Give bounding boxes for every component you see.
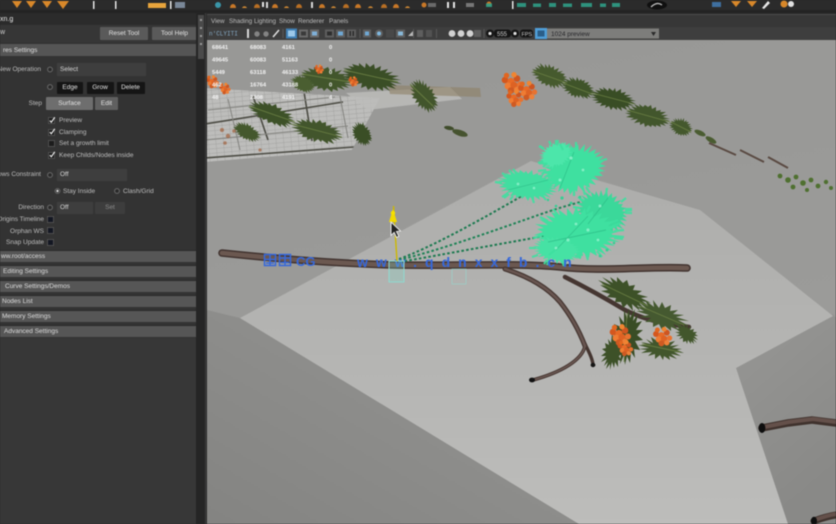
svg-text:4161: 4161: [282, 45, 296, 51]
svg-text:51163: 51163: [282, 58, 299, 64]
svg-text:n'CLYITI: n'CLYITI: [209, 31, 238, 38]
svg-text:0: 0: [329, 70, 332, 76]
svg-text:60083: 60083: [250, 58, 267, 64]
svg-text:49645: 49645: [212, 58, 229, 64]
svg-text:4191: 4191: [282, 95, 296, 101]
svg-text:1024 preview: 1024 preview: [551, 31, 590, 38]
svg-text:48: 48: [212, 95, 219, 101]
svg-text:16764: 16764: [250, 83, 267, 89]
svg-text:0: 0: [329, 83, 332, 89]
svg-text:FPS: FPS: [522, 32, 533, 38]
svg-text:0: 0: [329, 45, 332, 51]
svg-text:63118: 63118: [250, 70, 267, 76]
svg-text:555: 555: [497, 32, 508, 38]
svg-text:CG: CG: [296, 254, 316, 269]
svg-text:2308: 2308: [250, 95, 264, 101]
svg-text:0: 0: [329, 58, 332, 64]
svg-text:46133: 46133: [282, 70, 299, 76]
svg-text:462: 462: [212, 83, 222, 89]
svg-text:5449: 5449: [212, 70, 226, 76]
svg-text:68083: 68083: [250, 45, 267, 51]
svg-text:68641: 68641: [212, 45, 229, 51]
svg-text:43188: 43188: [282, 83, 299, 89]
